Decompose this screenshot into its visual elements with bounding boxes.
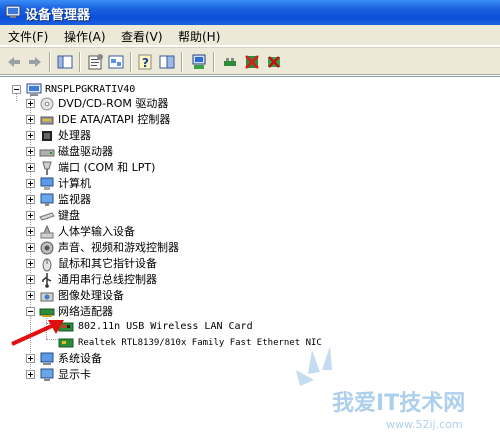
- tree-item-computer[interactable]: 计算机: [0, 176, 300, 192]
- tree-item-label: 系统设备: [58, 352, 102, 365]
- toolbar-separator: [79, 52, 81, 72]
- update-driver-icon[interactable]: [221, 53, 239, 71]
- show-hide-tree-icon[interactable]: [56, 53, 74, 71]
- ide-controller-icon: [40, 116, 54, 125]
- tree-item-ide[interactable]: IDE ATA/ATAPI 控制器: [0, 112, 300, 128]
- tree-item-label: 通用串行总线控制器: [58, 273, 157, 286]
- expand-toggle[interactable]: [26, 243, 35, 252]
- computer-icon: [40, 177, 54, 190]
- tree-item-label: 显示卡: [58, 368, 91, 381]
- expand-toggle[interactable]: [26, 163, 35, 172]
- view-pane-icon[interactable]: [158, 53, 176, 71]
- system-device-icon: [40, 352, 54, 365]
- sound-icon: [40, 241, 54, 255]
- tree-item-monitor[interactable]: 监视器: [0, 192, 300, 208]
- hid-icon: [40, 224, 54, 239]
- tree-item-label: 端口 (COM 和 LPT): [58, 161, 156, 174]
- expand-toggle[interactable]: [26, 99, 35, 108]
- expand-toggle[interactable]: [26, 131, 35, 140]
- monitor-icon: [40, 193, 54, 206]
- watermark-text: 我爱IT技术网: [332, 391, 465, 416]
- tree-item-label: 802.11n USB Wireless LAN Card: [78, 321, 253, 332]
- tree-item-label: DVD/CD-ROM 驱动器: [58, 97, 169, 110]
- toolbar: ?: [0, 47, 500, 75]
- uninstall-device-icon[interactable]: [265, 53, 283, 71]
- expand-toggle[interactable]: [26, 179, 35, 188]
- tree-item-processor[interactable]: 处理器: [0, 128, 300, 144]
- device-manager-icon: [5, 5, 21, 18]
- expand-toggle[interactable]: [26, 354, 35, 363]
- tree-item-label: 声音、视频和游戏控制器: [58, 241, 179, 254]
- cdrom-icon: [40, 97, 54, 111]
- keyboard-icon: [39, 212, 55, 221]
- properties-icon[interactable]: [86, 53, 104, 71]
- disable-device-icon[interactable]: [243, 53, 261, 71]
- tree-item-label: 人体学输入设备: [58, 225, 135, 238]
- tree-item-display[interactable]: 显示卡: [0, 367, 300, 383]
- window-title: 设备管理器: [25, 8, 91, 23]
- tree-item-dvd[interactable]: DVD/CD-ROM 驱动器: [0, 96, 300, 112]
- toolbar-separator: [213, 52, 215, 72]
- tree-item-label: 磁盘驱动器: [58, 145, 113, 158]
- tree-item-usb[interactable]: 通用串行总线控制器: [0, 272, 300, 288]
- collapse-toggle[interactable]: [26, 307, 35, 316]
- expand-toggle[interactable]: [26, 275, 35, 284]
- tree-item-label: 处理器: [58, 129, 91, 142]
- help-icon[interactable]: ?: [137, 53, 155, 71]
- processor-icon: [42, 131, 52, 141]
- tree-item-imaging[interactable]: 图像处理设备: [0, 288, 300, 304]
- tree-item-label: 鼠标和其它指针设备: [58, 257, 157, 270]
- toolbar-separator: [49, 52, 51, 72]
- imaging-icon: [40, 292, 54, 302]
- expand-toggle[interactable]: [26, 195, 35, 204]
- port-icon: [42, 161, 52, 175]
- tree-root-label: RNSPLPGKRATIV40: [45, 84, 136, 95]
- menu-view[interactable]: 查看(V): [121, 28, 163, 45]
- display-adapter-icon: [40, 368, 54, 381]
- watermark-url: www.52ij.com: [386, 418, 463, 431]
- refresh-icon[interactable]: [107, 53, 125, 71]
- tree-item-sound[interactable]: 声音、视频和游戏控制器: [0, 240, 300, 256]
- tree-item-label: 计算机: [58, 177, 91, 190]
- expand-toggle[interactable]: [26, 115, 35, 124]
- menu-action[interactable]: 操作(A): [64, 28, 106, 45]
- forward-icon[interactable]: [26, 53, 44, 71]
- tree-item-label: Realtek RTL8139/810x Family Fast Etherne…: [78, 338, 322, 348]
- tree-item-keyboard[interactable]: 键盘: [0, 208, 300, 224]
- toolbar-separator: [130, 52, 132, 72]
- tree-item-system[interactable]: 系统设备: [0, 351, 300, 367]
- expand-toggle[interactable]: [26, 259, 35, 268]
- menu-file[interactable]: 文件(F): [8, 28, 48, 45]
- usb-icon: [42, 273, 52, 288]
- disk-drive-icon: [39, 149, 55, 157]
- tree-item-port[interactable]: 端口 (COM 和 LPT): [0, 160, 300, 176]
- tree-item-label: 监视器: [58, 193, 91, 206]
- mouse-icon: [42, 258, 52, 272]
- menu-help[interactable]: 帮助(H): [178, 28, 220, 45]
- expand-toggle[interactable]: [26, 370, 35, 379]
- collapse-toggle[interactable]: [12, 85, 21, 94]
- tree-item-label: 图像处理设备: [58, 289, 124, 302]
- expand-toggle[interactable]: [26, 147, 35, 156]
- expand-toggle[interactable]: [26, 211, 35, 220]
- tree-item-disk[interactable]: 磁盘驱动器: [0, 144, 300, 160]
- tree-item-label: 网络适配器: [58, 305, 113, 318]
- tree-item-hid[interactable]: 人体学输入设备: [0, 224, 300, 240]
- watermark-logo: 我爱IT技术网 www.52ij.com: [296, 346, 465, 431]
- expand-toggle[interactable]: [26, 227, 35, 236]
- toolbar-separator: [181, 52, 183, 72]
- scan-hardware-icon[interactable]: [190, 53, 208, 71]
- tree-item-label: IDE ATA/ATAPI 控制器: [58, 113, 171, 126]
- expand-toggle[interactable]: [26, 291, 35, 300]
- svg-text:?: ?: [142, 56, 149, 70]
- tree-item-mouse[interactable]: 鼠标和其它指针设备: [0, 256, 300, 272]
- title-bar: 设备管理器: [0, 0, 500, 25]
- back-icon[interactable]: [5, 53, 23, 71]
- menu-bar: 文件(F) 操作(A) 查看(V) 帮助(H): [0, 25, 500, 46]
- tree-item-label: 键盘: [58, 209, 80, 222]
- annotation-arrow: [11, 320, 64, 346]
